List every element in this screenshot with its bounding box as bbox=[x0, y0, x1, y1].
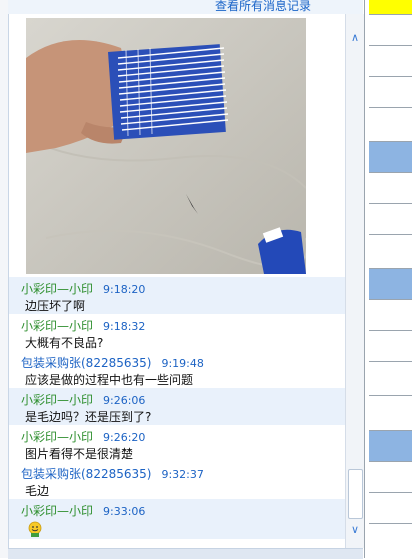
spreadsheet-background bbox=[364, 0, 412, 558]
view-all-history-link[interactable]: 查看所有消息记录 bbox=[215, 0, 311, 14]
sheet-cell bbox=[369, 172, 412, 203]
message-header: 包装采购张(82285635) 9:32:37 bbox=[21, 465, 204, 482]
scroll-down-arrow-icon[interactable]: ∨ bbox=[349, 524, 361, 536]
message-item: 小彩印—小印 9:26:06 是毛边吗？还是压到了? bbox=[9, 388, 345, 425]
message-header: 小彩印—小印 9:26:20 bbox=[21, 428, 145, 445]
chat-input-toolbar bbox=[8, 548, 363, 559]
sheet-cell bbox=[369, 76, 412, 107]
message-text: 边压坏了啊 bbox=[25, 299, 86, 313]
photo-of-cards-icon bbox=[26, 18, 306, 274]
message-text: 毛边 bbox=[25, 484, 50, 498]
sender-name: 小彩印—小印 bbox=[21, 393, 94, 407]
message-time: 9:18:20 bbox=[103, 283, 146, 296]
chat-scrollbar[interactable]: ∧ ∨ bbox=[345, 14, 364, 548]
sheet-cell-blue bbox=[369, 141, 412, 172]
scroll-thumb[interactable] bbox=[348, 469, 363, 519]
sheet-cell bbox=[369, 395, 412, 426]
message-text: 应该是做的过程中也有一些问题 bbox=[25, 373, 194, 387]
sheet-cell bbox=[369, 299, 412, 330]
sender-name: 小彩印—小印 bbox=[21, 504, 94, 518]
message-item: 包装采购张(82285635) 9:32:37 毛边 bbox=[9, 462, 345, 499]
chat-header-strip: 查看所有消息记录 bbox=[8, 0, 363, 14]
message-time: 9:26:06 bbox=[103, 394, 146, 407]
message-item: 小彩印—小印 9:26:20 图片看得不是很清楚 bbox=[9, 425, 345, 462]
sender-name: 包装采购张(82285635) bbox=[21, 356, 152, 370]
message-time: 9:33:06 bbox=[103, 505, 146, 518]
message-time: 9:32:37 bbox=[161, 468, 204, 481]
message-item: 小彩印—小印 9:18:20 边压坏了啊 bbox=[9, 277, 345, 314]
scroll-up-arrow-icon[interactable]: ∧ bbox=[349, 32, 361, 44]
sheet-cell bbox=[369, 492, 412, 523]
message-item: 小彩印—小印 9:33:06 bbox=[9, 499, 345, 539]
shared-photo[interactable] bbox=[26, 18, 306, 274]
sheet-cell-blue bbox=[369, 268, 412, 299]
message-header: 小彩印—小印 9:18:32 bbox=[21, 317, 145, 334]
message-list: 小彩印—小印 9:18:20 边压坏了啊 小彩印—小印 9:18:32 大概有不良品… bbox=[9, 277, 345, 539]
window-left-edge bbox=[0, 0, 9, 558]
sheet-cell bbox=[369, 523, 412, 554]
sheet-cell-yellow bbox=[369, 0, 412, 14]
message-time: 9:18:32 bbox=[103, 320, 146, 333]
message-text: 图片看得不是很清楚 bbox=[25, 447, 134, 461]
sheet-cell bbox=[369, 234, 412, 265]
message-item: 小彩印—小印 9:18:32 大概有不良品? bbox=[9, 314, 345, 351]
message-header: 小彩印—小印 9:26:06 bbox=[21, 391, 145, 408]
message-header: 包装采购张(82285635) 9:19:48 bbox=[21, 354, 204, 371]
sheet-cell bbox=[369, 14, 412, 45]
sheet-cell bbox=[369, 107, 412, 138]
sheet-cell-blue bbox=[369, 430, 412, 461]
sheet-cell bbox=[369, 361, 412, 392]
sender-name: 包装采购张(82285635) bbox=[21, 467, 152, 481]
sender-name: 小彩印—小印 bbox=[21, 282, 94, 296]
sheet-cell bbox=[369, 45, 412, 76]
message-time: 9:19:48 bbox=[161, 357, 204, 370]
chat-message-area: 小彩印—小印 9:18:20 边压坏了啊 小彩印—小印 9:18:32 大概有不良品… bbox=[9, 14, 345, 556]
sheet-cell bbox=[369, 461, 412, 492]
message-header: 小彩印—小印 9:18:20 bbox=[21, 280, 145, 297]
sender-name: 小彩印—小印 bbox=[21, 430, 94, 444]
sheet-cell bbox=[369, 203, 412, 234]
smiley-emoji-icon bbox=[28, 521, 42, 537]
message-text: 大概有不良品? bbox=[25, 336, 104, 350]
message-text: 是毛边吗？还是压到了? bbox=[25, 410, 152, 424]
sheet-cell bbox=[369, 330, 412, 361]
message-header: 小彩印—小印 9:33:06 bbox=[21, 502, 145, 519]
sender-name: 小彩印—小印 bbox=[21, 319, 94, 333]
message-time: 9:26:20 bbox=[103, 431, 146, 444]
message-item: 包装采购张(82285635) 9:19:48 应该是做的过程中也有一些问题 bbox=[9, 351, 345, 388]
